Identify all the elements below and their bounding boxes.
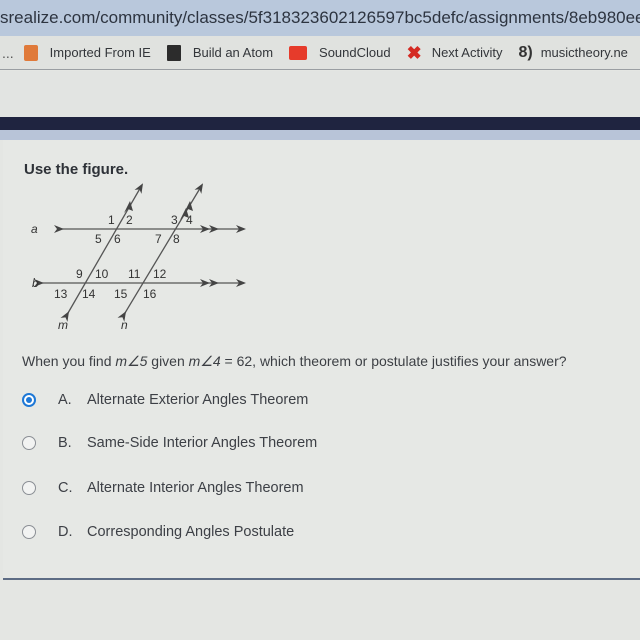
option-letter: A. bbox=[58, 392, 72, 408]
angle-label-1: 1 bbox=[108, 213, 115, 227]
x-icon: ✖ bbox=[406, 42, 422, 63]
folder-icon bbox=[23, 44, 38, 61]
url-text[interactable]: srealize.com/community/classes/5f3183236… bbox=[0, 8, 640, 28]
angle-label-8: 8 bbox=[173, 232, 180, 246]
angle-label-12: 12 bbox=[153, 267, 167, 281]
bookmark-imported-from-ie[interactable]: Imported From IE bbox=[14, 44, 151, 61]
label-line-b: b bbox=[32, 276, 39, 290]
bookmark-next-activity[interactable]: ✖ Next Activity bbox=[407, 44, 503, 62]
radio-option-a[interactable] bbox=[22, 393, 36, 407]
address-bar[interactable]: srealize.com/community/classes/5f3183236… bbox=[0, 0, 640, 36]
prompt-prefix: When you find bbox=[22, 353, 116, 369]
bookmark-label: SoundCloud bbox=[319, 45, 391, 60]
angle-label-5: 5 bbox=[95, 232, 102, 246]
bookmark-label: Imported From IE bbox=[49, 45, 151, 60]
atom-icon bbox=[166, 44, 181, 61]
option-letter: D. bbox=[58, 524, 73, 540]
music-icon: 8) bbox=[518, 43, 533, 61]
angle-label-11: 11 bbox=[128, 267, 141, 281]
option-d[interactable]: D. Corresponding Angles Postulate bbox=[22, 524, 294, 540]
soundcloud-icon bbox=[289, 45, 308, 60]
prompt-mid: given bbox=[147, 353, 189, 369]
app-subnav-bar bbox=[0, 130, 640, 140]
angle-label-2: 2 bbox=[126, 213, 133, 227]
prompt-angle-4: m∠4 bbox=[188, 353, 221, 369]
angle-label-14: 14 bbox=[82, 287, 96, 301]
page-header-area bbox=[0, 71, 640, 117]
option-text: Alternate Exterior Angles Theorem bbox=[87, 392, 309, 408]
option-text: Alternate Interior Angles Theorem bbox=[87, 480, 304, 496]
angle-label-6: 6 bbox=[114, 232, 121, 246]
option-b[interactable]: B. Same-Side Interior Angles Theorem bbox=[22, 435, 317, 451]
radio-option-d[interactable] bbox=[22, 525, 36, 539]
radio-option-b[interactable] bbox=[22, 436, 36, 450]
parallel-lines-figure: a b m n 1 2 3 4 5 6 7 8 9 10 11 12 13 14… bbox=[31, 183, 246, 332]
bookmark-label: Next Activity bbox=[431, 45, 503, 60]
bookmark-soundcloud[interactable]: SoundCloud bbox=[289, 45, 391, 60]
option-text: Corresponding Angles Postulate bbox=[87, 524, 295, 540]
label-line-n: n bbox=[121, 318, 128, 332]
page-bottom-area bbox=[0, 582, 640, 640]
angle-label-13: 13 bbox=[54, 287, 68, 301]
angle-label-3: 3 bbox=[171, 213, 178, 227]
angle-label-9: 9 bbox=[76, 267, 83, 281]
option-c[interactable]: C. Alternate Interior Angles Theorem bbox=[22, 480, 304, 496]
bookmark-label: musictheory.ne bbox=[540, 45, 628, 60]
app-nav-bar bbox=[0, 117, 640, 130]
bookmarks-bar: ... Imported From IE Build an Atom Sound… bbox=[0, 36, 640, 70]
option-letter: B. bbox=[58, 435, 72, 451]
bookmark-musictheory[interactable]: 8) musictheory.ne bbox=[518, 44, 627, 62]
radio-option-c[interactable] bbox=[22, 481, 36, 495]
option-text: Same-Side Interior Angles Theorem bbox=[87, 435, 318, 451]
bookmarks-overflow[interactable]: ... bbox=[0, 45, 14, 61]
angle-label-4: 4 bbox=[186, 213, 193, 227]
question-prompt: When you find m∠5 given m∠4 = 62, which … bbox=[22, 353, 567, 370]
angle-label-7: 7 bbox=[155, 232, 162, 246]
label-line-a: a bbox=[31, 222, 38, 236]
option-letter: C. bbox=[58, 480, 73, 496]
prompt-suffix: = 62, which theorem or postulate justifi… bbox=[220, 353, 567, 369]
option-a[interactable]: A. Alternate Exterior Angles Theorem bbox=[22, 392, 308, 408]
angle-label-15: 15 bbox=[114, 287, 128, 301]
prompt-angle-5: m∠5 bbox=[115, 353, 148, 369]
angle-label-10: 10 bbox=[95, 267, 109, 281]
angle-label-16: 16 bbox=[143, 287, 157, 301]
bookmark-build-an-atom[interactable]: Build an Atom bbox=[166, 44, 274, 61]
label-line-m: m bbox=[58, 318, 68, 332]
bookmark-label: Build an Atom bbox=[192, 45, 274, 60]
